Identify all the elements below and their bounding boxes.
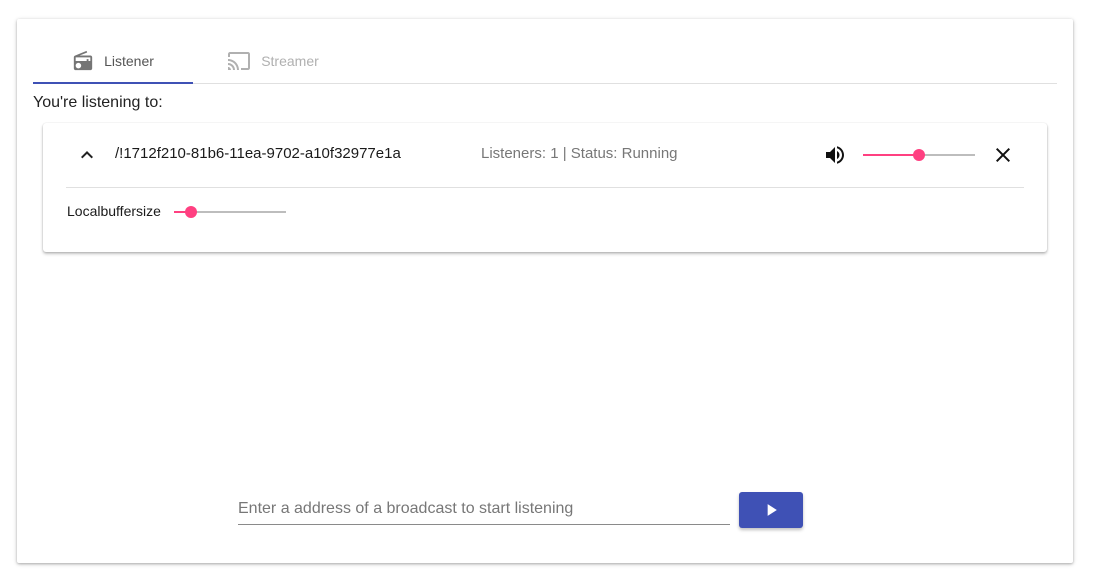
buffer-slider-thumb[interactable] — [184, 206, 197, 218]
panel-divider — [66, 187, 1024, 188]
buffer-size-slider[interactable] — [174, 202, 286, 222]
stream-panel-header[interactable]: /!1712f210-81b6-11ea-9702-a10f32977e1a L… — [43, 123, 1047, 187]
broadcast-address-input[interactable] — [238, 494, 730, 524]
stream-status: Listeners: 1 | Status: Running — [481, 145, 678, 162]
close-icon — [996, 148, 1010, 162]
tab-streamer-label: Streamer — [261, 53, 319, 69]
volume-slider-fill — [863, 154, 919, 156]
tab-listener-label: Listener — [104, 53, 154, 69]
active-tab-indicator — [33, 82, 193, 84]
tab-streamer[interactable]: Streamer — [193, 39, 353, 83]
radio-icon — [72, 50, 94, 72]
listening-heading: You're listening to: — [33, 94, 163, 111]
close-stream-button[interactable] — [991, 143, 1015, 167]
cast-icon — [227, 49, 251, 73]
broadcast-address-field — [238, 494, 730, 525]
play-icon — [767, 504, 777, 516]
stream-address: /!1712f210-81b6-11ea-9702-a10f32977e1a — [115, 145, 401, 162]
volume-button[interactable] — [823, 143, 847, 167]
volume-slider-thumb[interactable] — [913, 149, 925, 161]
buffer-size-label: Localbuffersize — [67, 203, 161, 219]
stream-panel: /!1712f210-81b6-11ea-9702-a10f32977e1a L… — [43, 123, 1047, 252]
chevron-up-icon — [81, 151, 93, 159]
start-listening-button[interactable] — [739, 492, 803, 528]
tab-bar: Listener Streamer — [33, 39, 1057, 84]
collapse-button[interactable] — [75, 143, 99, 167]
app-card: Listener Streamer You're listening to: /… — [17, 19, 1073, 563]
volume-slider[interactable] — [863, 145, 975, 165]
tab-listener[interactable]: Listener — [33, 39, 193, 83]
volume-icon — [826, 146, 844, 164]
